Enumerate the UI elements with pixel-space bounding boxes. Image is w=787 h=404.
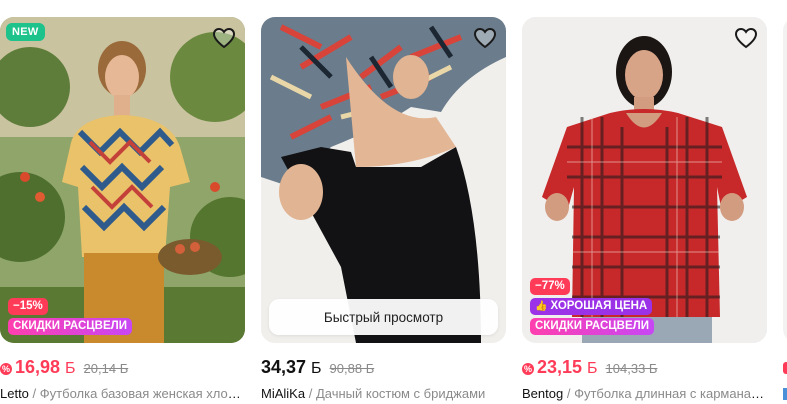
- product-title: Футболка длинная с карманами: [574, 386, 767, 401]
- brand-name: Bentog: [522, 386, 564, 401]
- currency: Б: [587, 360, 598, 377]
- product-image[interactable]: [783, 17, 787, 343]
- quick-view-button[interactable]: Быстрый просмотр: [269, 299, 498, 335]
- old-price: 104,33 Б: [605, 361, 658, 376]
- good-price-label: ХОРОШАЯ ЦЕНА: [550, 300, 648, 312]
- product-title: Дачный костюм с бриджами: [315, 386, 486, 401]
- price-row: % 23,15 Б 104,33 Б: [522, 357, 657, 379]
- current-price: 23,15: [537, 357, 583, 377]
- product-card-partial[interactable]: [783, 17, 787, 404]
- heart-icon: [212, 27, 236, 49]
- product-card[interactable]: Быстрый просмотр 34,37 Б 90,88 Б MiAliKa…: [261, 17, 506, 404]
- promo-badge: СКИДКИ РАСЦВЕЛИ: [8, 318, 132, 335]
- badge-stack: −77% 👍 ХОРОШАЯ ЦЕНА СКИДКИ РАСЦВЕЛИ: [530, 278, 654, 335]
- favorite-button[interactable]: [472, 25, 498, 51]
- new-badge: NEW: [6, 23, 45, 41]
- product-title-link[interactable]: Letto / Футболка базовая женская хлопок: [0, 386, 245, 402]
- sale-price-icon: %: [0, 363, 12, 375]
- current-price: 16,98: [15, 357, 61, 377]
- heart-icon: [734, 27, 758, 49]
- discount-badge: −15%: [8, 298, 48, 315]
- product-image[interactable]: NEW −15% СКИДКИ РАСЦВЕЛИ: [0, 17, 245, 343]
- product-title-link[interactable]: Bentog / Футболка длинная с карманами: [522, 386, 767, 402]
- product-image[interactable]: Быстрый просмотр: [261, 17, 506, 343]
- product-title-link[interactable]: MiAliKa / Дачный костюм с бриджами: [261, 386, 506, 402]
- sale-price-icon: %: [522, 363, 534, 375]
- title-separator: /: [308, 386, 313, 401]
- heart-icon: [473, 27, 497, 49]
- price-fragment: [783, 362, 787, 374]
- thumbs-up-icon: 👍: [535, 301, 548, 312]
- brand-name: MiAliKa: [261, 386, 306, 401]
- discount-badge: −77%: [530, 278, 570, 295]
- product-image[interactable]: −77% 👍 ХОРОШАЯ ЦЕНА СКИДКИ РАСЦВЕЛИ: [522, 17, 767, 343]
- brand-name: Letto: [0, 386, 29, 401]
- price-row: % 16,98 Б 20,14 Б: [0, 357, 128, 379]
- title-fragment: [783, 388, 787, 400]
- title-separator: /: [566, 386, 571, 401]
- current-price: 34,37: [261, 357, 307, 377]
- title-separator: /: [32, 386, 37, 401]
- product-grid: NEW −15% СКИДКИ РАСЦВЕЛИ % 16,98 Б 20,14…: [0, 17, 787, 404]
- favorite-button[interactable]: [733, 25, 759, 51]
- currency: Б: [311, 360, 322, 377]
- favorite-button[interactable]: [211, 25, 237, 51]
- badge-stack: −15% СКИДКИ РАСЦВЕЛИ: [8, 298, 132, 335]
- currency: Б: [65, 360, 76, 377]
- old-price: 90,88 Б: [329, 361, 375, 376]
- good-price-badge: 👍 ХОРОШАЯ ЦЕНА: [530, 298, 653, 315]
- old-price: 20,14 Б: [83, 361, 129, 376]
- product-card[interactable]: NEW −15% СКИДКИ РАСЦВЕЛИ % 16,98 Б 20,14…: [0, 17, 245, 404]
- price-row: 34,37 Б 90,88 Б: [261, 357, 374, 379]
- promo-badge: СКИДКИ РАСЦВЕЛИ: [530, 318, 654, 335]
- product-card[interactable]: −77% 👍 ХОРОШАЯ ЦЕНА СКИДКИ РАСЦВЕЛИ % 23…: [522, 17, 767, 404]
- product-title: Футболка базовая женская хлопок: [39, 386, 245, 401]
